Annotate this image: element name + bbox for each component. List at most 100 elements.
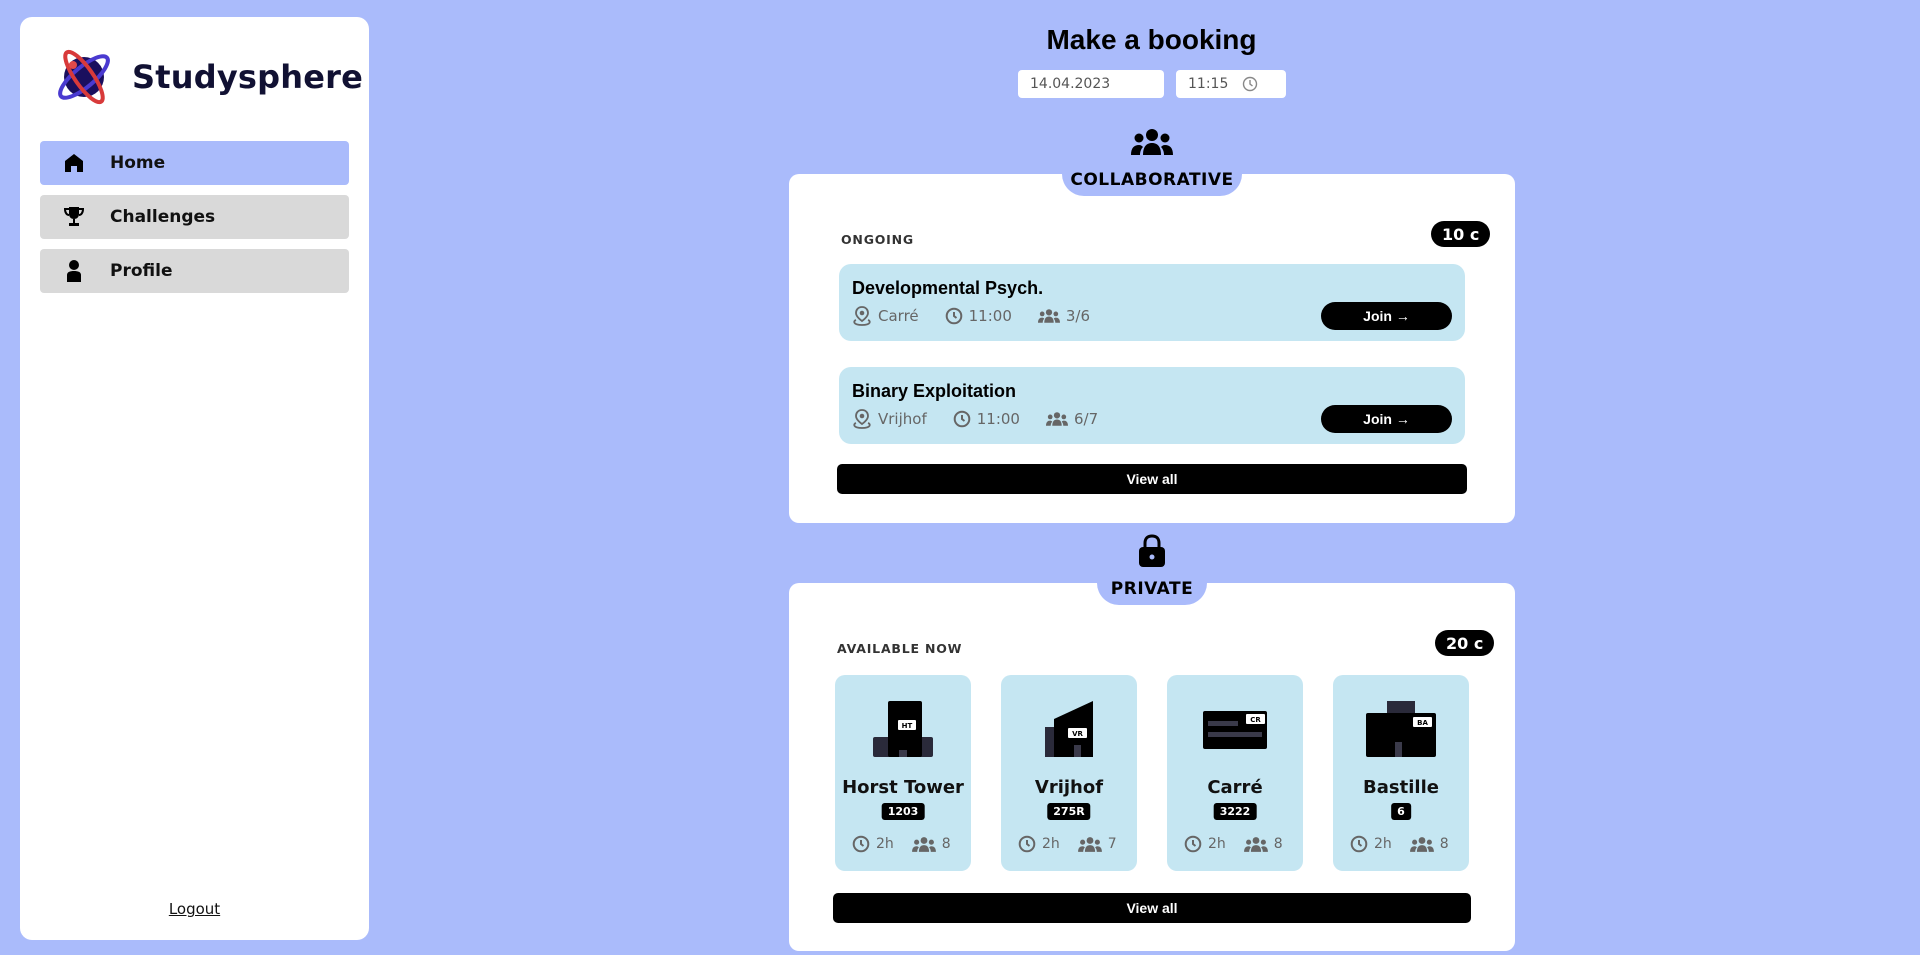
session-card[interactable]: Developmental Psych. Carré 11:00 3/6 Joi… — [839, 264, 1465, 341]
room-card[interactable]: BA Bastille 6 2h 8 — [1333, 675, 1469, 871]
sidebar-item-label: Challenges — [110, 207, 216, 227]
time-input[interactable]: 11:15 — [1176, 70, 1286, 98]
building-icon: CR — [1167, 699, 1303, 759]
sidebar-item-label: Home — [110, 153, 166, 173]
sidebar-item-challenges[interactable]: Challenges — [40, 195, 349, 239]
sidebar: Studysphere Home Challenges Profile Logo… — [20, 17, 369, 940]
room-capacity: 8 — [1243, 836, 1283, 853]
room-capacity: 8 — [1409, 836, 1449, 853]
logout-link[interactable]: Logout — [20, 900, 369, 918]
clock-icon — [1184, 835, 1202, 853]
location-icon — [853, 306, 871, 326]
group-icon — [1077, 836, 1102, 852]
room-code: 3222 — [1213, 803, 1257, 820]
clock-icon — [1243, 76, 1258, 92]
lock-icon — [1138, 534, 1166, 568]
group-icon — [1037, 309, 1060, 323]
join-button[interactable]: Join → — [1321, 302, 1452, 330]
room-duration: 2h — [1184, 835, 1226, 853]
group-icon — [1130, 127, 1174, 157]
room-capacity: 7 — [1077, 836, 1117, 853]
room-duration: 2h — [852, 835, 894, 853]
home-icon — [64, 152, 84, 174]
building-icon: VR — [1001, 699, 1137, 759]
room-code: 275R — [1047, 803, 1091, 820]
logo-icon — [58, 49, 110, 105]
participants-text: 6/7 — [1073, 410, 1099, 428]
session-participants: 3/6 — [1037, 307, 1091, 325]
session-time: 11:00 — [945, 307, 1012, 325]
group-icon — [911, 836, 936, 852]
session-location: Carré — [852, 306, 919, 326]
clock-icon — [945, 307, 962, 325]
room-duration: 2h — [1018, 835, 1060, 853]
time-text: 11:00 — [968, 307, 1012, 325]
date-input[interactable]: 14.04.2023 — [1018, 70, 1164, 98]
session-meta: Carré 11:00 3/6 — [852, 306, 1116, 326]
room-card[interactable]: HT Horst Tower 1203 2h 8 — [835, 675, 971, 871]
sidebar-nav: Home Challenges Profile — [40, 141, 349, 303]
join-button[interactable]: Join → — [1321, 405, 1452, 433]
page-header: Make a booking — [789, 24, 1514, 56]
building-tag: CR — [1250, 716, 1261, 724]
clock-icon — [1018, 835, 1036, 853]
location-icon — [853, 409, 871, 429]
room-meta: 2h 8 — [1350, 835, 1467, 853]
room-card[interactable]: CR Carré 3222 2h 8 — [1167, 675, 1303, 871]
collaborative-card: COLLABORATIVE ONGOING 10 c Developmental… — [789, 164, 1515, 523]
room-name: Carré — [1207, 777, 1263, 798]
room-capacity: 8 — [911, 836, 951, 853]
capacity-text: 8 — [941, 836, 951, 852]
person-icon — [64, 260, 84, 282]
app-name: Studysphere — [132, 58, 364, 96]
session-time: 11:00 — [953, 410, 1020, 428]
group-icon — [1243, 836, 1268, 852]
room-meta: 2h 8 — [1184, 835, 1301, 853]
cost-badge: 20 c — [1435, 630, 1495, 656]
building-tag: BA — [1417, 719, 1428, 727]
collaborative-heading: COLLABORATIVE — [1062, 164, 1242, 196]
duration-text: 2h — [876, 836, 894, 852]
date-value: 14.04.2023 — [1030, 76, 1111, 92]
location-text: Vrijhof — [878, 410, 927, 428]
trophy-icon — [64, 206, 84, 228]
view-all-button[interactable]: View all — [837, 464, 1467, 494]
clock-icon — [953, 410, 971, 428]
group-icon — [1409, 836, 1434, 852]
view-all-button[interactable]: View all — [833, 893, 1471, 923]
session-card[interactable]: Binary Exploitation Vrijhof 11:00 6/7 Jo… — [839, 367, 1465, 444]
building-tag: VR — [1072, 730, 1083, 738]
sidebar-item-profile[interactable]: Profile — [40, 249, 349, 293]
ongoing-subheading: ONGOING — [841, 232, 914, 247]
sidebar-item-home[interactable]: Home — [40, 141, 349, 185]
session-title: Developmental Psych. — [852, 278, 1044, 298]
room-duration: 2h — [1350, 835, 1392, 853]
capacity-text: 7 — [1107, 836, 1117, 852]
clock-icon — [852, 835, 870, 853]
clock-icon — [1350, 835, 1368, 853]
sidebar-item-label: Profile — [110, 261, 173, 281]
location-text: Carré — [878, 307, 919, 325]
room-code: 6 — [1391, 803, 1411, 820]
session-title: Binary Exploitation — [852, 381, 1017, 401]
date-time-picker: 14.04.2023 11:15 — [1018, 70, 1286, 98]
page-title: Make a booking — [1046, 24, 1257, 55]
room-card[interactable]: VR Vrijhof 275R 2h 7 — [1001, 675, 1137, 871]
group-icon — [1045, 412, 1068, 426]
session-participants: 6/7 — [1045, 410, 1099, 428]
duration-text: 2h — [1374, 836, 1392, 852]
room-name: Horst Tower — [842, 777, 964, 798]
session-meta: Vrijhof 11:00 6/7 — [852, 409, 1124, 429]
time-value: 11:15 — [1188, 76, 1229, 92]
brand[interactable]: Studysphere — [50, 45, 363, 109]
participants-text: 3/6 — [1065, 307, 1091, 325]
time-text: 11:00 — [976, 410, 1020, 428]
capacity-text: 8 — [1439, 836, 1449, 852]
private-card: PRIVATE AVAILABLE NOW 20 c HT Horst Towe… — [789, 573, 1515, 951]
private-heading: PRIVATE — [1097, 573, 1207, 605]
building-icon: HT — [835, 699, 971, 759]
room-code: 1203 — [881, 803, 925, 820]
cost-badge: 10 c — [1431, 221, 1491, 247]
duration-text: 2h — [1042, 836, 1060, 852]
room-meta: 2h 7 — [1018, 835, 1135, 853]
